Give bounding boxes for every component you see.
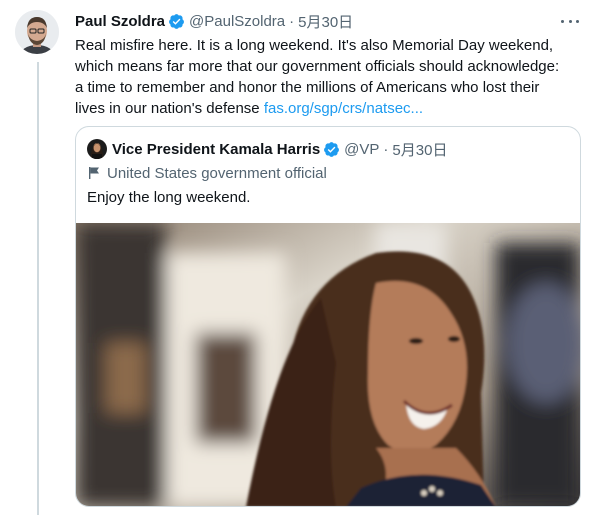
tweet-link[interactable]: fas.org/sgp/crs/natsec...	[264, 100, 423, 117]
tweet-text: Real misfire here. It is a long weekend.…	[75, 35, 570, 119]
separator-dot: ·	[383, 140, 389, 158]
author-handle[interactable]: @PaulSzoldra	[189, 13, 285, 30]
quoted-author-handle[interactable]: @VP	[344, 141, 379, 158]
author-name[interactable]: Paul Szoldra	[75, 13, 165, 30]
more-options-icon[interactable]	[561, 12, 579, 30]
quoted-author-avatar[interactable]	[87, 139, 107, 159]
government-label: United States government official	[87, 163, 580, 183]
quoted-tweet-photo[interactable]	[76, 223, 580, 506]
government-flag-icon	[89, 167, 99, 179]
quoted-tweet-text: Enjoy the long weekend.	[87, 189, 251, 206]
tweet-date[interactable]: 5月30日	[298, 11, 353, 32]
quoted-author-name[interactable]: Vice President Kamala Harris	[112, 141, 320, 158]
quoted-tweet-header: Vice President Kamala Harris @VP · 5月30日	[87, 138, 580, 160]
tweet-header: Paul Szoldra @PaulSzoldra · 5月30日	[75, 10, 585, 32]
quoted-tweet-card[interactable]: Vice President Kamala Harris @VP · 5月30日…	[75, 126, 581, 507]
separator-dot: ·	[289, 12, 295, 30]
verified-badge-icon	[324, 141, 340, 157]
verified-badge-icon	[169, 13, 184, 29]
author-avatar[interactable]	[15, 10, 59, 54]
thread-connector-line	[37, 62, 39, 515]
government-label-text: United States government official	[107, 164, 327, 182]
tweet[interactable]: Paul Szoldra @PaulSzoldra · 5月30日 Real m…	[75, 10, 585, 119]
quoted-tweet-date[interactable]: 5月30日	[392, 139, 447, 160]
